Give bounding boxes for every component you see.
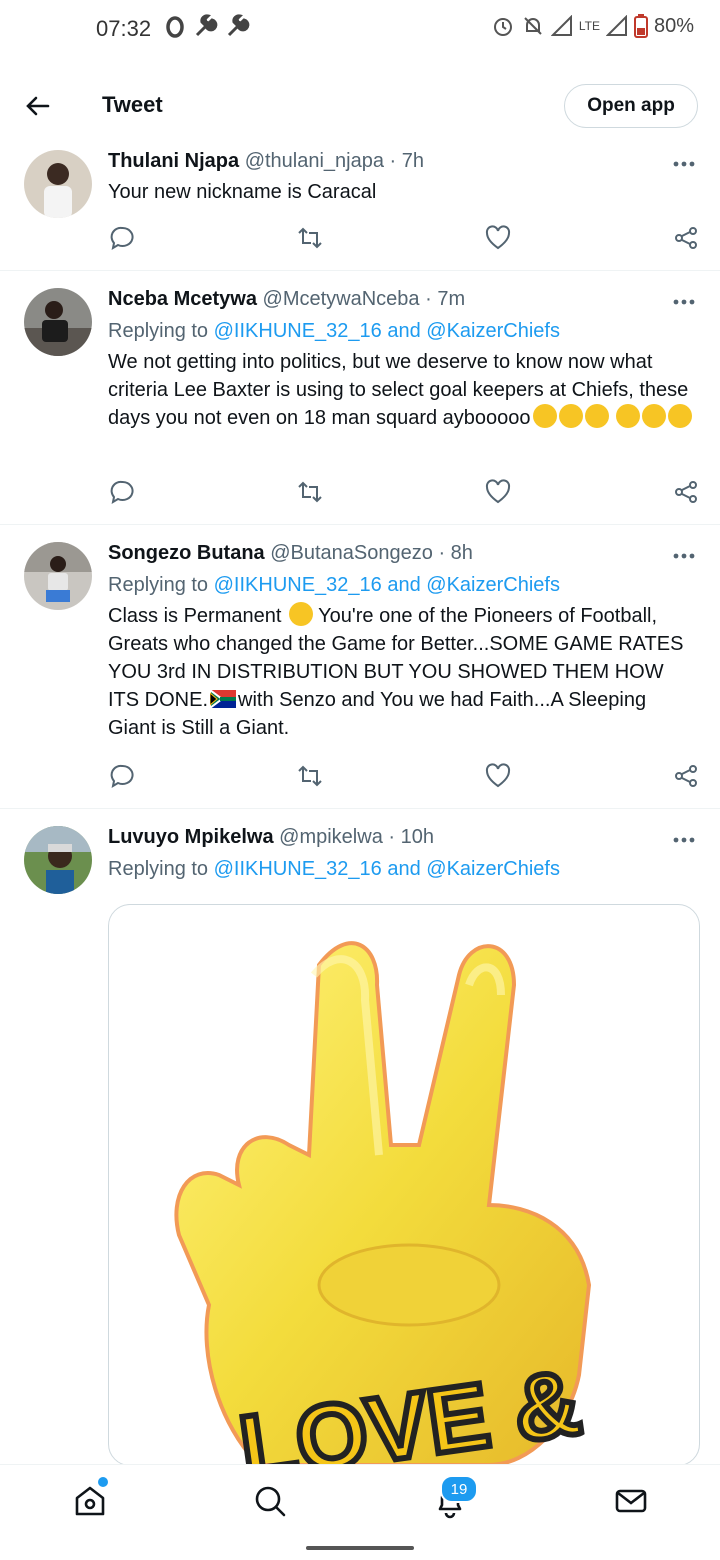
- signal-icon: [605, 15, 627, 36]
- author-handle[interactable]: @mpikelwa · 10h: [279, 826, 434, 848]
- more-options-icon[interactable]: [672, 160, 696, 168]
- retweet-icon[interactable]: [296, 478, 324, 506]
- thinking-face-emoji: [616, 404, 641, 428]
- more-options-icon[interactable]: [672, 552, 696, 560]
- battery-icon: [633, 14, 648, 38]
- thinking-face-emoji: [532, 404, 557, 428]
- replying-to-label: Replying to: [108, 320, 209, 342]
- author-handle[interactable]: @ButanaSongezo · 8h: [270, 542, 473, 564]
- wrench-icon: [195, 14, 218, 37]
- tweet[interactable]: Songezo Butana @ButanaSongezo · 8h Reply…: [0, 524, 720, 809]
- tweet-media[interactable]: LOVE &: [108, 904, 700, 1466]
- page-title: Tweet: [102, 92, 163, 117]
- author-name[interactable]: Songezo Butana: [108, 542, 265, 564]
- ok-hand-emoji: [288, 602, 313, 626]
- thinking-face-emoji: [558, 404, 583, 428]
- open-app-button[interactable]: Open app: [564, 84, 698, 128]
- header: Tweet Open app: [0, 62, 720, 148]
- signal-icon: [550, 15, 572, 36]
- author-name[interactable]: Thulani Njapa: [108, 150, 239, 172]
- author-handle[interactable]: @McetywaNceba · 7m: [263, 288, 466, 310]
- replying-to-label: Replying to: [108, 858, 209, 880]
- tweet-text: Your new nickname is Caracal: [108, 181, 377, 203]
- author-name[interactable]: Nceba Mcetywa: [108, 288, 257, 310]
- notifications-badge: 19: [440, 1475, 478, 1503]
- south-africa-flag-emoji: [210, 690, 237, 708]
- reply-icon[interactable]: [108, 224, 136, 252]
- avatar[interactable]: [24, 288, 92, 356]
- like-icon[interactable]: [484, 762, 512, 790]
- status-bar: 07:32 LTE 80%: [0, 0, 720, 60]
- replying-to-label: Replying to: [108, 574, 209, 596]
- search-icon[interactable]: [252, 1483, 288, 1519]
- reply-icon[interactable]: [108, 762, 136, 790]
- peace-hand-image: LOVE &: [174, 941, 592, 1465]
- replying-to-link[interactable]: @IIKHUNE_32_16 and @KaizerChiefs: [214, 858, 560, 880]
- bottom-tab-bar: 19: [0, 1464, 720, 1537]
- status-time: 07:32: [96, 16, 152, 41]
- avatar[interactable]: [24, 542, 92, 610]
- more-options-icon[interactable]: [672, 298, 696, 306]
- gesture-nav-handle[interactable]: [306, 1546, 414, 1550]
- o-icon: [166, 16, 184, 38]
- reply-icon[interactable]: [108, 478, 136, 506]
- home-icon[interactable]: [72, 1483, 108, 1519]
- avatar[interactable]: [24, 150, 92, 218]
- replying-to-link[interactable]: @IIKHUNE_32_16 and @KaizerChiefs: [214, 320, 560, 342]
- share-icon[interactable]: [672, 762, 700, 790]
- share-icon[interactable]: [672, 478, 700, 506]
- battery-percent: 80%: [653, 14, 694, 37]
- replying-to-link[interactable]: @IIKHUNE_32_16 and @KaizerChiefs: [214, 574, 560, 596]
- back-arrow-icon[interactable]: [22, 90, 54, 122]
- avatar[interactable]: [24, 826, 92, 894]
- retweet-icon[interactable]: [296, 224, 324, 252]
- crying-face-emoji: [668, 404, 693, 428]
- alarm-icon: [493, 18, 512, 36]
- thinking-face-emoji: [584, 404, 609, 428]
- share-icon[interactable]: [672, 224, 700, 252]
- tweet[interactable]: Thulani Njapa @thulani_njapa · 7h Your n…: [0, 148, 720, 271]
- author-name[interactable]: Luvuyo Mpikelwa: [108, 826, 274, 848]
- tweet-text: Class is Permanent: [108, 605, 282, 627]
- crying-face-emoji: [642, 404, 667, 428]
- more-options-icon[interactable]: [672, 836, 696, 844]
- like-icon[interactable]: [484, 224, 512, 252]
- wrench-icon: [227, 14, 250, 37]
- tweet[interactable]: Nceba Mcetywa @McetywaNceba · 7m Replyin…: [0, 270, 720, 525]
- network-type: LTE: [578, 19, 600, 33]
- retweet-icon[interactable]: [296, 762, 324, 790]
- author-handle[interactable]: @thulani_njapa · 7h: [245, 150, 424, 172]
- mute-icon: [524, 17, 542, 35]
- like-icon[interactable]: [484, 478, 512, 506]
- mail-icon[interactable]: [613, 1483, 649, 1519]
